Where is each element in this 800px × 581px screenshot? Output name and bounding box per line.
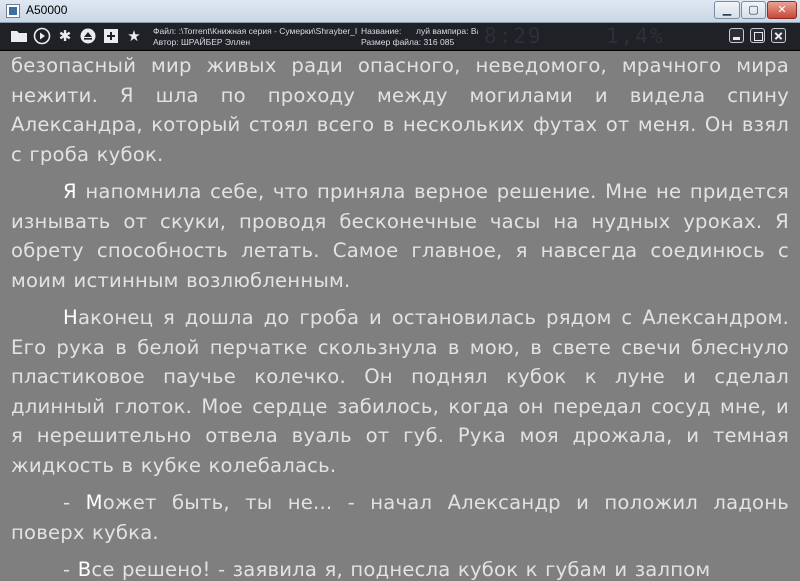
author-info: Автор: ШРАЙБЕР Эллен xyxy=(153,37,251,47)
paragraph-5: - Все решено! - заявила я, поднесла кубо… xyxy=(0,555,800,581)
dialogue-dash: - xyxy=(63,491,86,514)
paragraph-initial: М xyxy=(85,491,103,514)
play-icon[interactable] xyxy=(33,27,51,45)
dialogue-dash: - xyxy=(63,558,78,581)
title-label: Название: xyxy=(361,26,402,36)
paragraph-body: се решено! - заявила я, поднесла кубок к… xyxy=(91,558,711,581)
reader-toolbar: ✱ ★ Файл: :\Torrent\Книжная серия - Суме… xyxy=(0,23,800,51)
star-icon[interactable]: ★ xyxy=(125,27,143,45)
paragraph-2: Я напомнила себе, что приняла верное реш… xyxy=(0,177,800,295)
paragraph-3: Наконец я дошла до гроба и остановилась … xyxy=(0,303,800,480)
minimize-button[interactable]: ▁ xyxy=(714,1,740,19)
reader-fullscreen-button[interactable] xyxy=(750,28,765,43)
paragraph-initial: В xyxy=(77,558,92,581)
folder-icon[interactable] xyxy=(10,27,28,45)
reader-minimize-button[interactable] xyxy=(729,28,744,43)
file-path: Файл: :\Torrent\Книжная серия - Сумерки\… xyxy=(153,26,357,36)
maximize-button[interactable]: ▢ xyxy=(741,1,766,19)
paragraph-body: аконец я дошла до гроба и остановилась р… xyxy=(11,306,789,477)
clock-display: 8:29 xyxy=(484,24,543,48)
progress-percent: 1,4% xyxy=(606,24,665,48)
eject-icon[interactable] xyxy=(79,27,97,45)
paragraph-1: безопасный мир живых ради опасного, неве… xyxy=(11,54,789,166)
window-titlebar: A50000 ▁ ▢ ✕ xyxy=(0,0,800,23)
window-title: A50000 xyxy=(26,3,68,17)
file-size: Размер файла: 316 085 xyxy=(361,37,455,47)
reading-area[interactable]: безопасный мир живых ради опасного, неве… xyxy=(0,51,800,581)
close-button[interactable]: ✕ xyxy=(767,1,797,19)
paragraph-initial: Н xyxy=(63,306,78,329)
reader-close-button[interactable] xyxy=(771,28,786,43)
gear-icon[interactable]: ✱ xyxy=(56,27,74,45)
add-bookmark-icon[interactable] xyxy=(102,27,120,45)
paragraph-4: - Может быть, ты не... - начал Александр… xyxy=(0,488,800,547)
book-title: луй вампира: Ва xyxy=(416,26,478,36)
paragraph-initial: Я xyxy=(63,180,77,203)
app-icon xyxy=(6,4,20,18)
paragraph-body: напомнила себе, что приняла верное решен… xyxy=(11,180,789,292)
paragraph-body: ожет быть, ты не... - начал Александр и … xyxy=(11,491,790,544)
